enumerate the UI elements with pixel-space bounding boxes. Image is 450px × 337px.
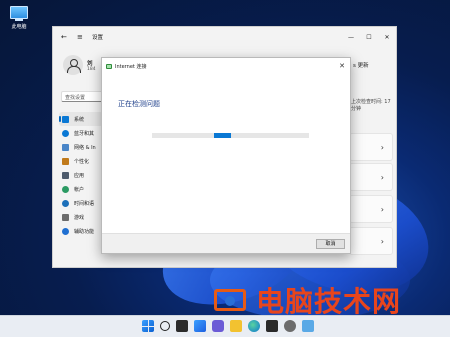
- maximize-button[interactable]: ☐: [360, 34, 378, 41]
- settings-card-3[interactable]: ›: [349, 195, 393, 223]
- sidebar-item-time-language[interactable]: 时间和语: [59, 196, 103, 210]
- network-taskbar-icon[interactable]: [302, 320, 314, 332]
- dialog-footer: 取消: [102, 233, 350, 253]
- dialog-close-button[interactable]: ✕: [339, 62, 345, 70]
- gamepad-icon: [62, 213, 69, 221]
- chevron-right-icon: ›: [380, 173, 384, 182]
- sidebar-item-apps[interactable]: 应用: [59, 168, 103, 182]
- menu-button[interactable]: ≡: [77, 33, 87, 41]
- user-name: 刘: [87, 60, 93, 67]
- account-icon: [62, 185, 69, 193]
- last-checked-text: 上次检查时间: 17 分钟: [351, 99, 391, 112]
- chevron-right-icon: ›: [380, 205, 384, 214]
- close-button[interactable]: ✕: [378, 34, 396, 41]
- search-icon[interactable]: [160, 321, 170, 331]
- chevron-right-icon: ›: [380, 143, 384, 152]
- watermark-logo: [212, 287, 252, 317]
- network-icon: [62, 143, 69, 151]
- desktop-icon-this-pc[interactable]: 此电脑: [6, 6, 32, 30]
- apps-icon: [62, 171, 69, 179]
- internet-connection-dialog: Internet 连接 ✕ 正在检测问题 取消: [101, 57, 351, 254]
- watermark-text: 电脑技术网: [256, 285, 402, 318]
- task-view-icon[interactable]: [176, 320, 188, 332]
- settings-card-2[interactable]: ›: [349, 163, 393, 191]
- chevron-right-icon: ›: [380, 237, 384, 246]
- back-button[interactable]: ←: [61, 33, 71, 41]
- system-icon: [62, 115, 69, 123]
- dialog-heading: 正在检测问题: [118, 100, 160, 108]
- settings-icon[interactable]: [284, 320, 296, 332]
- progress-bar: [152, 133, 309, 138]
- file-explorer-icon[interactable]: [230, 320, 242, 332]
- sidebar-item-accounts[interactable]: 帐户: [59, 182, 103, 196]
- settings-card-4[interactable]: ›: [349, 227, 393, 255]
- settings-titlebar: ← ≡ 设置 — ☐ ✕: [53, 27, 396, 47]
- settings-card-1[interactable]: ›: [349, 133, 393, 161]
- avatar: [63, 55, 83, 75]
- desktop-icon-label: 此电脑: [11, 24, 27, 30]
- globe-icon: [62, 199, 69, 207]
- brush-icon: [62, 157, 69, 165]
- sidebar-item-personalization[interactable]: 个性化: [59, 154, 103, 168]
- monitor-icon: [10, 6, 28, 19]
- dialog-title: Internet 连接: [115, 63, 147, 70]
- sidebar-nav: 系统 蓝牙和其 网络 & In 个性化 应用 帐户 时间和语 游戏 辅助功能: [59, 112, 103, 238]
- progress-fill: [214, 133, 231, 138]
- user-sub: 184: [87, 66, 96, 72]
- update-heading: s 更新: [353, 63, 369, 69]
- start-button[interactable]: [142, 320, 154, 332]
- sidebar-item-accessibility[interactable]: 辅助功能: [59, 224, 103, 238]
- sidebar-item-bluetooth[interactable]: 蓝牙和其: [59, 126, 103, 140]
- sidebar-item-gaming[interactable]: 游戏: [59, 210, 103, 224]
- taskbar: [0, 315, 450, 337]
- store-icon[interactable]: [266, 320, 278, 332]
- sidebar-item-system[interactable]: 系统: [59, 112, 103, 126]
- dialog-titlebar: Internet 连接 ✕: [102, 58, 350, 74]
- watermark: 电脑技术网: [212, 287, 401, 317]
- bluetooth-icon: [62, 129, 69, 137]
- sidebar-item-network[interactable]: 网络 & In: [59, 140, 103, 154]
- cancel-button[interactable]: 取消: [316, 239, 345, 249]
- network-troubleshoot-icon: [106, 63, 112, 69]
- minimize-button[interactable]: —: [342, 34, 360, 41]
- widgets-icon[interactable]: [194, 320, 206, 332]
- user-profile[interactable]: 刘 184: [63, 55, 96, 75]
- chat-icon[interactable]: [212, 320, 224, 332]
- accessibility-icon: [62, 227, 69, 235]
- edge-icon[interactable]: [248, 320, 260, 332]
- window-title: 设置: [92, 35, 104, 41]
